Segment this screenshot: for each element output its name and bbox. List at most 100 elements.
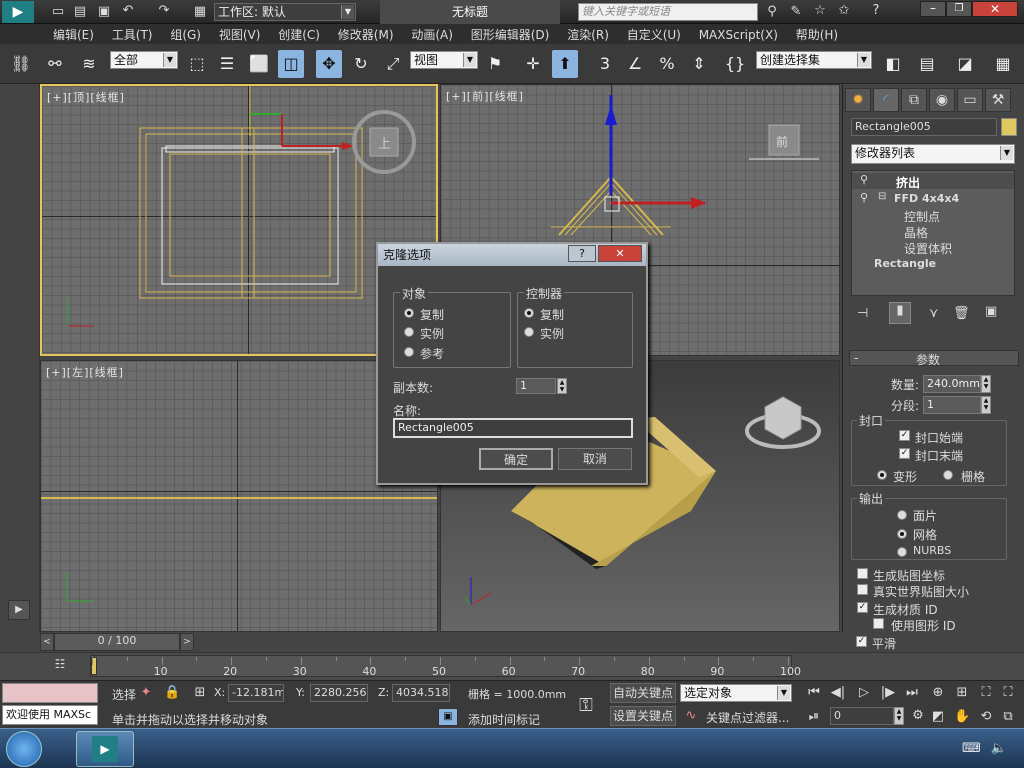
zoom-extents-all-icon[interactable]: ⛶ — [1000, 685, 1016, 700]
ref-coord-dropdown[interactable]: 视图 ▼ — [410, 51, 478, 69]
prev-key-icon[interactable]: ◀| — [830, 685, 846, 700]
key-icon[interactable]: ✎ — [788, 4, 804, 19]
lightbulb-icon[interactable]: ⚲ — [860, 191, 868, 204]
menu-modifiers[interactable]: 修改器(M) — [331, 24, 401, 45]
menu-tools[interactable]: 工具(T) — [105, 24, 160, 45]
absolute-mode-icon[interactable]: ⊞ — [192, 685, 208, 700]
menu-help[interactable]: 帮助(H) — [789, 24, 845, 45]
object-reference-radio[interactable] — [404, 347, 414, 357]
stack-sub-set-volume[interactable]: 设置体积 — [904, 240, 952, 257]
prev-frame-button[interactable]: < — [40, 633, 54, 651]
graphite-tools-icon[interactable]: ▦ — [990, 50, 1016, 78]
smooth-checkbox[interactable]: ✓ — [856, 636, 867, 647]
menu-customize[interactable]: 自定义(U) — [620, 24, 688, 45]
star-icon[interactable]: ☆ — [812, 3, 828, 18]
binoculars-icon[interactable]: ⚲ — [764, 4, 780, 19]
stack-item-ffd[interactable]: ⚲ ⊟ FFD 4x4x4 — [852, 191, 1014, 207]
stack-sub-lattice[interactable]: 晶格 — [904, 224, 928, 241]
current-frame-spinner[interactable]: ▲ ▼ — [894, 707, 904, 725]
segments-spinner[interactable]: ▲ ▼ — [981, 396, 991, 414]
volume-icon[interactable]: 🔈 — [990, 741, 1008, 756]
grid-radio[interactable] — [943, 470, 953, 480]
maximize-viewport-icon[interactable]: ⧉ — [1000, 709, 1016, 724]
select-by-name-icon[interactable]: ☰ — [214, 50, 240, 78]
copies-spinner[interactable]: ▲ ▼ — [557, 378, 567, 394]
layer-manager-icon[interactable]: ◪ — [952, 50, 978, 78]
selected-object-dropdown[interactable]: 选定对象 ▼ — [680, 684, 792, 702]
z-coordinate-field[interactable]: 4034.518m — [392, 684, 450, 702]
patch-radio[interactable] — [897, 510, 907, 520]
named-selection-dropdown[interactable]: 创建选择集 ▼ — [756, 51, 872, 69]
move-icon[interactable]: ✥ — [316, 50, 342, 78]
menu-edit[interactable]: 编辑(E) — [46, 24, 101, 45]
modify-tab-icon[interactable]: ◜ — [873, 88, 899, 112]
save-icon[interactable]: ▣ — [96, 4, 112, 19]
menu-create[interactable]: 创建(C) — [271, 24, 327, 45]
motion-tab-icon[interactable]: ◉ — [929, 88, 955, 112]
next-key-icon[interactable]: |▶ — [880, 685, 896, 700]
clone-name-input[interactable]: Rectangle005 — [393, 418, 633, 438]
communication-icon[interactable]: ✩ — [836, 3, 852, 18]
next-frame-button[interactable]: > — [180, 633, 194, 651]
maxscript-listener-mini[interactable] — [2, 683, 98, 703]
mesh-radio[interactable] — [897, 529, 907, 539]
align-icon[interactable]: ▤ — [914, 50, 940, 78]
window-crossing-icon[interactable]: ◫ — [278, 50, 304, 78]
object-copy-radio[interactable] — [404, 308, 414, 318]
lightbulb-icon[interactable]: ⚲ — [860, 173, 868, 186]
nurbs-radio[interactable] — [897, 547, 907, 557]
gen-map-coords-checkbox[interactable] — [857, 568, 868, 579]
dialog-help-button[interactable]: ? — [568, 245, 596, 262]
start-button-icon[interactable] — [6, 731, 42, 767]
remove-modifier-icon[interactable]: 🗑 — [953, 306, 970, 321]
utilities-tab-icon[interactable]: ⚒ — [985, 88, 1011, 112]
keyboard-icon[interactable]: ⌨ — [962, 741, 981, 756]
modifier-list-dropdown[interactable]: 修改器列表 ▼ — [851, 144, 1015, 164]
show-end-result-icon[interactable]: ▮ — [889, 302, 911, 324]
select-object-icon[interactable]: ⬚ — [184, 50, 210, 78]
amount-field[interactable]: 240.0mm — [923, 375, 981, 393]
object-color-swatch[interactable] — [1001, 118, 1017, 136]
frame-ruler[interactable]: ☷ 10 20 30 40 50 60 70 80 90 100 — [0, 652, 1024, 680]
keyboard-shortcut-icon[interactable]: ⬆ — [552, 50, 578, 78]
amount-spinner[interactable]: ▲ ▼ — [981, 375, 991, 393]
stack-item-extrude[interactable]: ⚲ 挤出 — [852, 173, 1014, 190]
menu-rendering[interactable]: 渲染(R) — [560, 24, 616, 45]
viewport-left-label[interactable]: [+][左][线框] — [46, 364, 124, 380]
goto-start-icon[interactable]: ⏮ — [806, 685, 822, 700]
real-world-checkbox[interactable] — [857, 584, 868, 595]
undo-icon[interactable]: ↶ — [120, 3, 136, 18]
unlink-icon[interactable]: ⚯ — [42, 50, 68, 78]
set-key-icon[interactable]: ⚿ — [568, 691, 604, 721]
auto-key-button[interactable]: 自动关键点 — [610, 683, 676, 703]
workspace-dropdown[interactable]: 工作区: 默认 ▼ — [214, 3, 356, 21]
dialog-close-button[interactable]: ✕ — [598, 245, 642, 262]
time-tag-icon[interactable]: ▣ — [438, 708, 458, 726]
isolate-icon[interactable]: ✦ — [138, 685, 154, 700]
set-key-button[interactable]: 设置关键点 — [610, 706, 676, 726]
spinner-snap-icon[interactable]: ⇕ — [686, 50, 712, 78]
controller-instance-radio[interactable] — [524, 327, 534, 337]
redo-icon[interactable]: ↷ — [156, 3, 172, 18]
cancel-button[interactable]: 取消 — [558, 448, 632, 470]
x-coordinate-field[interactable]: -12.181mm — [228, 684, 284, 702]
pan-icon[interactable]: ✋ — [954, 709, 970, 724]
cap-end-checkbox[interactable]: ✓ — [899, 448, 910, 459]
object-name-field[interactable]: Rectangle005 — [851, 118, 997, 136]
front-viewcube-label[interactable]: 前 — [776, 134, 788, 149]
percent-snap-icon[interactable]: % — [654, 50, 680, 78]
open-file-icon[interactable]: ▤ — [72, 4, 88, 19]
rect-selection-icon[interactable]: ⬜ — [246, 50, 272, 78]
copies-field[interactable]: 1 — [516, 378, 556, 394]
y-coordinate-field[interactable]: 2280.256m — [310, 684, 368, 702]
help-icon[interactable]: ? — [866, 3, 886, 18]
hierarchy-tab-icon[interactable]: ⧉ — [901, 88, 927, 112]
add-time-tag-label[interactable]: 添加时间标记 — [468, 711, 540, 728]
object-instance-radio[interactable] — [404, 327, 414, 337]
zoom-extents-icon[interactable]: ⛶ — [978, 685, 994, 700]
menu-animation[interactable]: 动画(A) — [404, 24, 460, 45]
menu-views[interactable]: 视图(V) — [212, 24, 268, 45]
zoom-icon[interactable]: ⊕ — [930, 685, 946, 700]
controller-copy-radio[interactable] — [524, 308, 534, 318]
orbit-icon[interactable]: ⟲ — [978, 709, 994, 724]
